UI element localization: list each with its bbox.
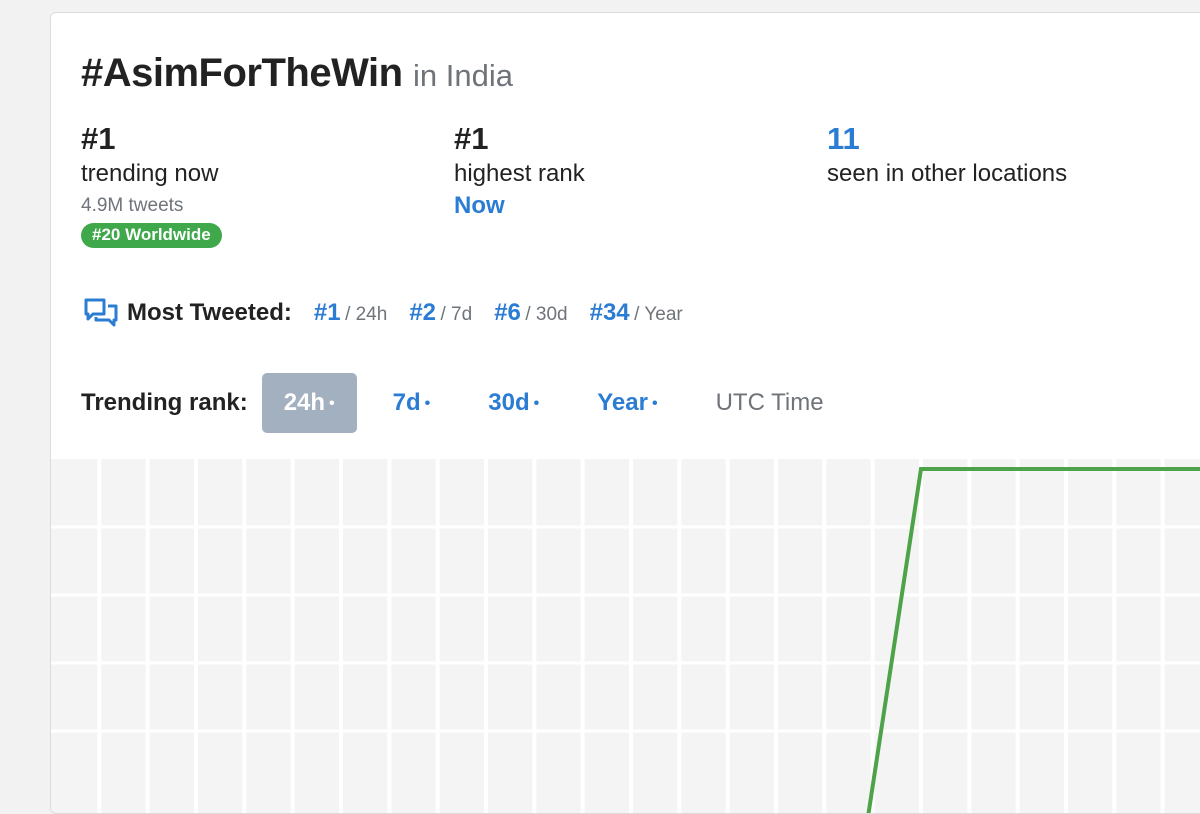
tab-dot: • <box>651 394 658 412</box>
most-tweeted-rank[interactable]: #2 <box>409 299 436 326</box>
tab-label: Year <box>597 389 648 416</box>
location-label: in India <box>413 58 513 93</box>
highest-rank-label: highest rank <box>454 160 585 187</box>
highest-rank-when[interactable]: Now <box>454 191 585 221</box>
tweet-count: 4.9M tweets <box>81 195 184 216</box>
tab-7d[interactable]: 7d • <box>371 373 453 433</box>
tab-dot: • <box>329 394 335 412</box>
tab-year[interactable]: Year • <box>575 373 679 433</box>
most-tweeted-label: Most Tweeted: <box>127 299 292 326</box>
tab-label: 24h <box>283 389 326 416</box>
most-tweeted-rank[interactable]: #6 <box>494 299 521 326</box>
tab-label: UTC Time <box>715 389 824 416</box>
most-tweeted-rank[interactable]: #1 <box>314 299 341 326</box>
trend-card: #AsimForTheWin in India #1 trending now … <box>50 12 1200 814</box>
other-locations-label: seen in other locations <box>827 160 1068 187</box>
chat-bubbles-icon <box>84 298 118 327</box>
most-tweeted-year: #34 / Year <box>590 299 683 327</box>
other-locations-value[interactable]: 11 <box>827 121 1067 157</box>
most-tweeted-period: / 7d <box>440 304 473 325</box>
most-tweeted-7d: #2 / 7d <box>409 299 472 327</box>
chart-background <box>51 459 1200 813</box>
trending-rank-chart <box>51 459 1200 813</box>
trending-now-label: trending now <box>81 160 219 187</box>
tab-24h[interactable]: 24h • <box>261 373 357 433</box>
tab-utc-time[interactable]: UTC Time <box>694 373 846 433</box>
other-locations-stat: 11 seen in other locations <box>827 121 1067 191</box>
tab-label: 30d <box>488 389 530 416</box>
tab-30d[interactable]: 30d • <box>466 373 561 433</box>
worldwide-badge[interactable]: #20 Worldwide <box>81 223 222 248</box>
page-title: #AsimForTheWin in India <box>81 51 513 96</box>
tab-label: 7d <box>392 389 421 416</box>
trending-now-stat: #1 trending now 4.9M tweets #20 Worldwid… <box>81 121 222 248</box>
trending-now-value: #1 <box>81 121 116 156</box>
highest-rank-value: #1 <box>454 121 489 156</box>
highest-rank-stat: #1 highest rank Now <box>454 121 585 221</box>
trending-rank-row: Trending rank: 24h • 7d • 30d • Year • UTC T… <box>81 373 860 433</box>
most-tweeted-rank[interactable]: #34 <box>590 299 630 326</box>
trending-rank-label: Trending rank: <box>81 389 248 416</box>
most-tweeted-period: / 30d <box>525 304 568 325</box>
most-tweeted-24h: #1 / 24h <box>314 299 387 327</box>
most-tweeted-row: Most Tweeted: #1 / 24h #2 / 7d #6 / 30d … <box>83 297 705 329</box>
most-tweeted-period: / 24h <box>345 304 388 325</box>
tab-dot: • <box>424 394 431 412</box>
hashtag-title: #AsimForTheWin <box>81 51 403 95</box>
tab-dot: • <box>533 394 540 412</box>
most-tweeted-30d: #6 / 30d <box>494 299 567 327</box>
most-tweeted-period: / Year <box>634 304 683 325</box>
